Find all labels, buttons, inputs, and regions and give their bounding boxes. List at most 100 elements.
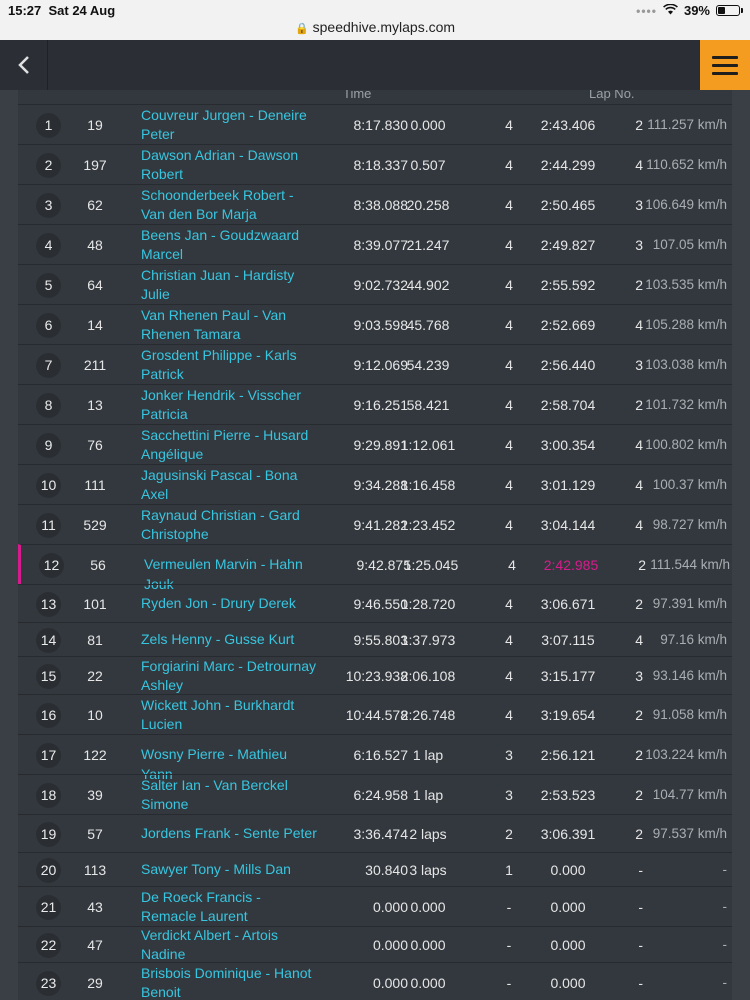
driver-names-link[interactable]: De Roeck Francis - Remacle Laurent <box>141 888 319 927</box>
car-number: 22 <box>87 668 103 684</box>
average-speed: 106.649 km/h <box>645 197 727 212</box>
table-row[interactable]: 3 62 Schoonderbeek Robert - Van den Bor Ma… <box>18 184 732 224</box>
laps-count: 4 <box>505 397 513 413</box>
position-badge: 9 <box>36 432 61 458</box>
position-badge: 23 <box>36 970 61 996</box>
best-lap-time: 2:49.827 <box>540 237 596 253</box>
gap-value: 1:28.720 <box>400 596 456 612</box>
total-time: 6:16.527 <box>353 747 409 763</box>
average-speed: 111.257 km/h <box>647 117 727 132</box>
app-navbar <box>0 40 750 90</box>
table-row[interactable]: 23 29 Brisbois Dominique - Hanot Benoit 0.0… <box>18 962 732 1000</box>
best-lap-time: 2:42.985 <box>543 557 599 573</box>
car-number: 111 <box>84 477 106 493</box>
total-time: 8:17.830 <box>353 117 409 133</box>
table-row[interactable]: 15 22 Forgiarini Marc - Detrournay Ashley 1… <box>18 656 732 694</box>
driver-names-link[interactable]: Raynaud Christian - Gard Christophe <box>141 506 319 545</box>
laps-count: 4 <box>505 237 513 253</box>
table-row[interactable]: 11 529 Raynaud Christian - Gard Christophe… <box>18 504 732 544</box>
table-row[interactable]: 14 81 Zels Henny - Gusse Kurt 9:55.803 1:37.… <box>18 622 732 656</box>
car-number: 81 <box>87 632 103 648</box>
table-row[interactable]: 16 10 Wickett John - Burkhardt Lucien 10:44… <box>18 694 732 734</box>
driver-names-link[interactable]: Brisbois Dominique - Hanot Benoit <box>141 964 319 1000</box>
table-row[interactable]: 13 101 Ryden Jon - Drury Derek 9:46.550 1:28… <box>18 584 732 622</box>
address-bar[interactable]: 🔒 speedhive.mylaps.com <box>0 19 750 35</box>
driver-names-link[interactable]: Schoonderbeek Robert - Van den Bor Marja <box>141 186 319 225</box>
total-time: 8:39.077 <box>353 237 409 253</box>
table-row[interactable]: 20 113 Sawyer Tony - Mills Dan 30.840 3 laps… <box>18 852 732 886</box>
gap-value: 0.507 <box>410 157 446 173</box>
driver-names-link[interactable]: Wickett John - Burkhardt Lucien <box>141 696 319 735</box>
hamburger-menu-icon <box>712 55 738 59</box>
total-time: 9:12.069 <box>353 357 409 373</box>
driver-names-link[interactable]: Jonker Hendrik - Visscher Patricia <box>141 386 319 425</box>
menu-button[interactable] <box>700 40 750 90</box>
average-speed: - <box>722 937 728 952</box>
laps-count: 4 <box>508 557 516 573</box>
driver-names-link[interactable]: Christian Juan - Hardisty Julie <box>141 266 319 305</box>
table-row[interactable]: 22 47 Verdickt Albert - Artois Nadine 0.000… <box>18 926 732 962</box>
laps-count: 4 <box>505 437 513 453</box>
driver-names-link[interactable]: Jagusinski Pascal - Bona Axel <box>141 466 319 505</box>
total-time: 6:24.958 <box>353 787 409 803</box>
laps-count: - <box>506 975 512 991</box>
table-row[interactable]: 17 122 Wosny Pierre - Mathieu Yann 6:16.527… <box>18 734 732 782</box>
cellular-dots-icon: •••• <box>636 3 657 18</box>
gap-value: 0.000 <box>410 937 446 953</box>
gap-value: 0.000 <box>410 899 446 915</box>
driver-names-link[interactable]: Beens Jan - Goudzwaard Marcel <box>141 226 319 265</box>
position-badge: 3 <box>36 192 61 218</box>
table-row[interactable]: 19 57 Jordens Frank - Sente Peter 3:36.474 2… <box>18 814 732 852</box>
driver-names-link[interactable]: Couvreur Jurgen - Deneire Peter <box>141 106 319 145</box>
table-row[interactable]: 6 14 Van Rhenen Paul - Van Rhenen Tamara 9:… <box>18 304 732 344</box>
table-row[interactable]: 7 211 Grosdent Philippe - Karls Patrick 9:1… <box>18 344 732 384</box>
total-time: 9:41.282 <box>353 517 409 533</box>
table-row[interactable]: 2 197 Dawson Adrian - Dawson Robert 8:18.33… <box>18 144 732 184</box>
best-lap-time: 3:19.654 <box>540 707 596 723</box>
gap-value: 2:06.108 <box>400 668 456 684</box>
driver-names-link[interactable]: Jordens Frank - Sente Peter <box>141 824 319 844</box>
table-row[interactable]: 18 39 Salter Ian - Van Berckel Simone 6:24.… <box>18 774 732 814</box>
table-row[interactable]: 9 76 Sacchettini Pierre - Husard Angélique… <box>18 424 732 464</box>
best-lap-time: 2:44.299 <box>540 157 596 173</box>
driver-names-link[interactable]: Ryden Jon - Drury Derek <box>141 594 319 614</box>
driver-names-link[interactable]: Zels Henny - Gusse Kurt <box>141 630 319 650</box>
table-row[interactable]: 10 111 Jagusinski Pascal - Bona Axel 9:34.2… <box>18 464 732 504</box>
driver-names-link[interactable]: Grosdent Philippe - Karls Patrick <box>141 346 319 385</box>
driver-names-link[interactable]: Sacchettini Pierre - Husard Angélique <box>141 426 319 465</box>
total-time: 10:44.578 <box>345 707 408 723</box>
best-lap-time: 3:04.144 <box>540 517 596 533</box>
driver-names-link[interactable]: Van Rhenen Paul - Van Rhenen Tamara <box>141 306 319 345</box>
table-row[interactable]: 21 43 De Roeck Francis - Remacle Laurent 0.… <box>18 886 732 926</box>
total-time: 0.000 <box>372 975 408 991</box>
best-lap-time: 0.000 <box>550 937 586 953</box>
gap-value: 1:25.045 <box>403 557 459 573</box>
driver-names-link[interactable]: Verdickt Albert - Artois Nadine <box>141 926 319 965</box>
gap-value: 45.768 <box>406 317 450 333</box>
status-bar: 15:27 Sat 24 Aug •••• 39% 🔒 speedhive.myl… <box>0 0 750 40</box>
driver-names-link[interactable]: Forgiarini Marc - Detrournay Ashley <box>141 657 319 696</box>
average-speed: 100.37 km/h <box>652 477 727 492</box>
driver-names-link[interactable]: Sawyer Tony - Mills Dan <box>141 860 319 880</box>
total-time: 30.840 <box>365 862 408 878</box>
driver-names-link[interactable]: Salter Ian - Van Berckel Simone <box>141 776 319 815</box>
table-row[interactable]: 4 48 Beens Jan - Goudzwaard Marcel 8:39.077… <box>18 224 732 264</box>
status-indicators: •••• 39% <box>636 3 743 18</box>
average-speed: 100.802 km/h <box>645 437 727 452</box>
driver-names-link[interactable]: Dawson Adrian - Dawson Robert <box>141 146 319 185</box>
average-speed: 98.727 km/h <box>652 517 727 532</box>
table-row[interactable]: 5 64 Christian Juan - Hardisty Julie 9:02.7… <box>18 264 732 304</box>
back-button[interactable] <box>0 40 48 90</box>
table-row[interactable]: 1 19 Couvreur Jurgen - Deneire Peter 8:17.8… <box>18 104 732 144</box>
table-row[interactable]: 8 13 Jonker Hendrik - Visscher Patricia 9:1… <box>18 384 732 424</box>
car-number: 57 <box>87 826 103 842</box>
average-speed: 103.224 km/h <box>645 747 727 762</box>
laps-count: 3 <box>505 747 513 763</box>
table-row[interactable]: 12 56 Vermeulen Marvin - Hahn Jouk 9:42.875… <box>18 544 732 592</box>
position-badge: 10 <box>36 472 61 498</box>
position-badge: 15 <box>36 663 61 689</box>
gap-value: 3 laps <box>409 862 447 878</box>
position-badge: 12 <box>39 552 64 578</box>
laps-count: 4 <box>505 596 513 612</box>
gap-value: 20.258 <box>406 197 450 213</box>
